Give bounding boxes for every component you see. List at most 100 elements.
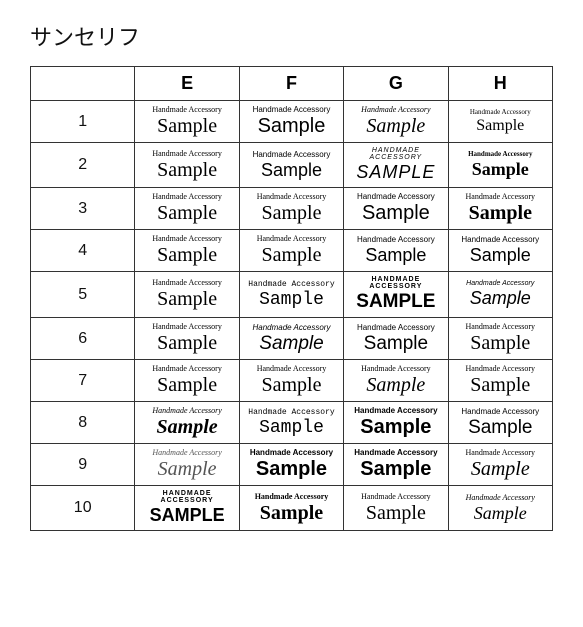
page-title: サンセリフ [30, 20, 553, 52]
cell-main-text: Sample [138, 115, 235, 138]
cell-main-text: Sample [452, 202, 549, 225]
table-cell: Handmade AccessorySample [135, 272, 239, 318]
table-cell: Handmade AccessorySample [135, 230, 239, 272]
cell-subtitle: Handmade Accessory [138, 448, 235, 457]
col-header-g: G [344, 67, 448, 101]
cell-main-text: Sample [138, 288, 235, 311]
cell-main-text: SAMPLE [347, 291, 444, 313]
col-header-num [31, 67, 135, 101]
cell-subtitle: Handmade Accessory [138, 105, 235, 114]
table-cell: Handmade AccessorySample [344, 318, 448, 360]
table-cell: Handmade AccessorySample [448, 188, 552, 230]
cell-subtitle: Handmade Accessory [243, 150, 340, 159]
col-header-f: F [239, 67, 343, 101]
table-cell: Handmade AccessorySample [448, 272, 552, 318]
table-cell: Handmade AccessorySample [239, 486, 343, 531]
cell-main-text: Sample [243, 160, 340, 181]
cell-main-text: Sample [243, 502, 340, 525]
row-number: 8 [31, 402, 135, 444]
table-cell: Handmade AccessorySample [448, 230, 552, 272]
cell-main-text: Sample [452, 159, 549, 180]
table-cell: Handmade AccessorySample [344, 101, 448, 143]
cell-main-text: Sample [347, 502, 444, 525]
table-cell: Handmade AccessorySample [448, 143, 552, 188]
cell-main-text: Sample [452, 245, 549, 266]
table-cell: Handmade AccessorySample [344, 444, 448, 486]
table-cell: Handmade AccessorySample [239, 444, 343, 486]
table-cell: Handmade AccessorySample [344, 486, 448, 531]
row-number: 9 [31, 444, 135, 486]
table-cell: Handmade AccessorySample [239, 143, 343, 188]
cell-subtitle: Handmade Accessory [347, 492, 444, 501]
cell-subtitle: Handmade Accessory [243, 492, 340, 501]
cell-main-text: Sample [138, 374, 235, 397]
cell-main-text: SAMPLE [347, 162, 444, 183]
cell-subtitle: Handmade Accessory [138, 278, 235, 287]
cell-main-text: Sample [347, 115, 444, 138]
cell-subtitle: Handmade Accessory [452, 192, 549, 201]
cell-subtitle: Handmade Accessory [243, 364, 340, 373]
cell-subtitle: Handmade Accessory [243, 280, 340, 289]
table-cell: Handmade AccessorySample [135, 402, 239, 444]
cell-subtitle: Handmade Accessory [452, 280, 549, 287]
cell-subtitle: Handmade Accessory [452, 448, 549, 457]
cell-main-text: Sample [347, 245, 444, 266]
cell-subtitle: Handmade Accessory [347, 323, 444, 332]
cell-main-text: Sample [452, 117, 549, 135]
cell-subtitle: HANDMADE ACCESSORY [347, 147, 444, 161]
table-cell: Handmade AccessorySample [344, 360, 448, 402]
cell-subtitle: Handmade Accessory [347, 364, 444, 373]
table-cell: Handmade AccessorySample [448, 101, 552, 143]
row-number: 1 [31, 101, 135, 143]
cell-subtitle: Handmade Accessory [452, 322, 549, 331]
cell-main-text: Sample [138, 332, 235, 355]
cell-main-text: Sample [243, 458, 340, 481]
row-number: 4 [31, 230, 135, 272]
cell-main-text: Sample [347, 202, 444, 225]
cell-subtitle: Handmade Accessory [138, 322, 235, 331]
cell-subtitle: Handmade Accessory [243, 448, 340, 457]
cell-main-text: Sample [452, 374, 549, 397]
cell-main-text: SAMPLE [138, 505, 235, 526]
cell-main-text: Sample [138, 244, 235, 267]
table-cell: Handmade AccessorySample [448, 318, 552, 360]
cell-subtitle: Handmade Accessory [138, 234, 235, 243]
table-cell: Handmade AccessorySample [239, 318, 343, 360]
cell-main-text: Sample [347, 416, 444, 439]
table-cell: Handmade AccessorySample [448, 444, 552, 486]
cell-main-text: Sample [452, 332, 549, 355]
cell-subtitle: Handmade Accessory [452, 108, 549, 116]
cell-subtitle: Handmade Accessory [243, 105, 340, 114]
cell-subtitle: Handmade Accessory [347, 406, 444, 415]
cell-main-text: Sample [138, 159, 235, 182]
row-number: 2 [31, 143, 135, 188]
cell-main-text: Sample [243, 374, 340, 397]
table-cell: Handmade AccessorySample [135, 101, 239, 143]
table-cell: Handmade AccessorySample [239, 360, 343, 402]
table-cell: Handmade AccessorySample [135, 188, 239, 230]
row-number: 10 [31, 486, 135, 531]
table-cell: Handmade AccessorySample [239, 272, 343, 318]
table-cell: Handmade AccessorySample [448, 360, 552, 402]
cell-main-text: Sample [243, 290, 340, 310]
cell-subtitle: HANDMADE ACCESSORY [138, 490, 235, 504]
table-cell: Handmade AccessorySample [135, 360, 239, 402]
cell-subtitle: HANDMADE ACCESSORY [347, 276, 444, 290]
table-cell: Handmade AccessorySample [344, 230, 448, 272]
cell-subtitle: Handmade Accessory [138, 192, 235, 201]
table-cell: Handmade AccessorySample [239, 188, 343, 230]
cell-subtitle: Handmade Accessory [138, 406, 235, 415]
table-cell: HANDMADE ACCESSORYSAMPLE [135, 486, 239, 531]
cell-subtitle: Handmade Accessory [347, 105, 444, 114]
cell-main-text: Sample [243, 115, 340, 138]
row-number: 7 [31, 360, 135, 402]
table-cell: HANDMADE ACCESSORYSAMPLE [344, 143, 448, 188]
cell-subtitle: Handmade Accessory [452, 150, 549, 158]
cell-main-text: Sample [347, 333, 444, 355]
cell-main-text: Sample [347, 458, 444, 481]
cell-subtitle: Handmade Accessory [243, 323, 340, 332]
cell-main-text: Sample [347, 374, 444, 397]
cell-main-text: Sample [452, 417, 549, 439]
font-sample-table: E F G H 1Handmade AccessorySampleHandmad… [30, 66, 553, 531]
table-cell: Handmade AccessorySample [135, 318, 239, 360]
